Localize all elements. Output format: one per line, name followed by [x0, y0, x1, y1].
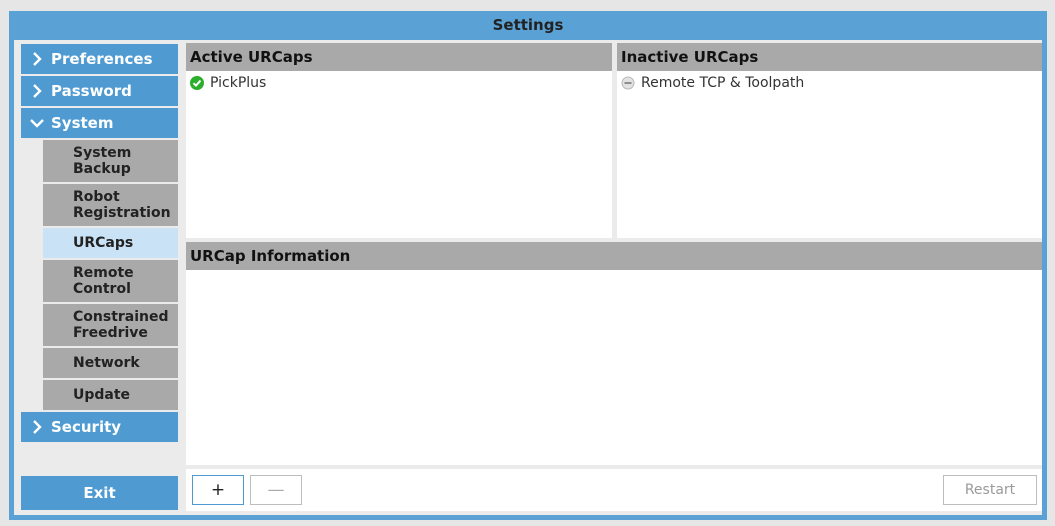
urcap-information-panel: URCap Information: [186, 242, 1042, 465]
sidebar-subitem-label: Remote Control: [73, 265, 134, 297]
sidebar-item-security[interactable]: Security: [21, 412, 178, 442]
urcaps-toolbar: + — Restart: [186, 469, 1042, 511]
sidebar-item-label: Security: [51, 418, 122, 436]
inactive-urcaps-panel: Inactive URCaps Remote TCP & Toolpath: [617, 43, 1042, 238]
remove-urcap-button[interactable]: —: [250, 475, 302, 505]
sidebar-item-label: Password: [51, 82, 132, 100]
active-urcap-item[interactable]: PickPlus: [190, 75, 266, 91]
sidebar: Preferences Password System System Backu…: [21, 44, 178, 511]
active-urcap-label: PickPlus: [210, 75, 267, 91]
inactive-urcaps-header: Inactive URCaps: [617, 43, 1042, 71]
chevron-right-icon: [33, 52, 42, 66]
add-urcap-button[interactable]: +: [192, 475, 244, 505]
chevron-right-icon: [33, 420, 42, 434]
sidebar-subitem-network[interactable]: Network: [43, 348, 178, 378]
sidebar-subitem-label: System Backup: [73, 145, 132, 177]
sidebar-subitem-label: Network: [73, 355, 140, 371]
sidebar-subitem-update[interactable]: Update: [43, 380, 178, 410]
sidebar-subitem-label: URCaps: [73, 235, 134, 251]
sidebar-subitem-remote-control[interactable]: Remote Control: [43, 260, 178, 302]
sidebar-item-password[interactable]: Password: [21, 76, 178, 106]
chevron-down-icon: [30, 119, 44, 128]
inactive-urcap-label: Remote TCP & Toolpath: [641, 75, 805, 91]
chevron-right-icon: [33, 84, 42, 98]
sidebar-subitem-urcaps[interactable]: URCaps: [43, 228, 178, 258]
active-urcaps-header: Active URCaps: [186, 43, 612, 71]
sidebar-item-label: System: [51, 114, 114, 132]
sidebar-item-system[interactable]: System: [21, 108, 178, 138]
window-title: Settings: [492, 16, 564, 34]
inactive-urcap-item[interactable]: Remote TCP & Toolpath: [621, 75, 804, 91]
sidebar-subitem-robot-registration[interactable]: Robot Registration: [43, 184, 178, 226]
active-urcaps-panel: Active URCaps PickPlus: [186, 43, 612, 238]
check-circle-icon: [190, 76, 204, 90]
sidebar-subitem-constrained-freedrive[interactable]: Constrained Freedrive: [43, 304, 178, 346]
settings-content: Preferences Password System System Backu…: [14, 40, 1042, 515]
exit-button[interactable]: Exit: [21, 476, 178, 510]
urcap-information-header: URCap Information: [186, 242, 1042, 270]
sidebar-subitem-system-backup[interactable]: System Backup: [43, 140, 178, 182]
sidebar-item-preferences[interactable]: Preferences: [21, 44, 178, 74]
settings-window: Settings Preferences Password System Sys…: [9, 11, 1047, 520]
sidebar-subitem-label: Update: [73, 387, 131, 403]
sidebar-subitem-label: Robot Registration: [73, 189, 171, 221]
sidebar-item-label: Preferences: [51, 50, 153, 68]
minus-circle-icon: [621, 76, 635, 90]
restart-button[interactable]: Restart: [943, 475, 1037, 505]
sidebar-subitem-label: Constrained Freedrive: [73, 309, 169, 341]
